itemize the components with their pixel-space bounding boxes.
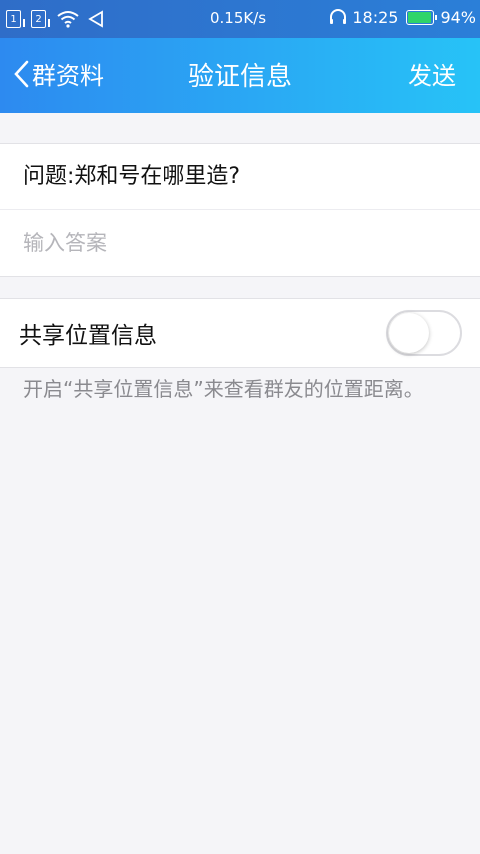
answer-input[interactable] [0, 210, 480, 276]
question-text: 问题:郑和号在哪里造? [0, 144, 480, 210]
clock: 18:25 [352, 7, 399, 27]
headset-icon [330, 9, 347, 24]
send-button[interactable]: 发送 [408, 56, 456, 91]
nfc-icon [88, 10, 103, 28]
back-label: 群资料 [32, 62, 104, 90]
chevron-left-icon [14, 60, 29, 87]
share-location-row: 共享位置信息 [0, 299, 480, 367]
battery-percent: 94% [440, 7, 476, 27]
sim2-icon: 2 [31, 10, 50, 28]
status-bar: 1 2 0.15K/s 18:25 94% [0, 0, 480, 38]
nav-bar: 群资料 验证信息 发送 [0, 38, 480, 113]
share-location-hint: 开启“共享位置信息”来查看群友的位置距离。 [23, 377, 424, 401]
battery-fill [408, 11, 431, 23]
toggle-knob [389, 313, 429, 353]
network-speed: 0.15K/s [210, 9, 267, 27]
wifi-icon [57, 11, 79, 28]
battery-icon [406, 9, 438, 25]
back-button[interactable]: 群资料 [12, 56, 104, 91]
share-location-label: 共享位置信息 [19, 323, 157, 349]
sim1-label: 1 [10, 14, 17, 25]
question-card: 问题:郑和号在哪里造? [0, 143, 480, 277]
status-left: 1 2 [6, 10, 156, 28]
share-location-card: 共享位置信息 [0, 298, 480, 368]
sim1-icon: 1 [6, 10, 25, 28]
share-location-toggle[interactable] [386, 310, 462, 356]
status-right: 18:25 94% [328, 7, 476, 27]
sim2-label: 2 [35, 14, 42, 25]
